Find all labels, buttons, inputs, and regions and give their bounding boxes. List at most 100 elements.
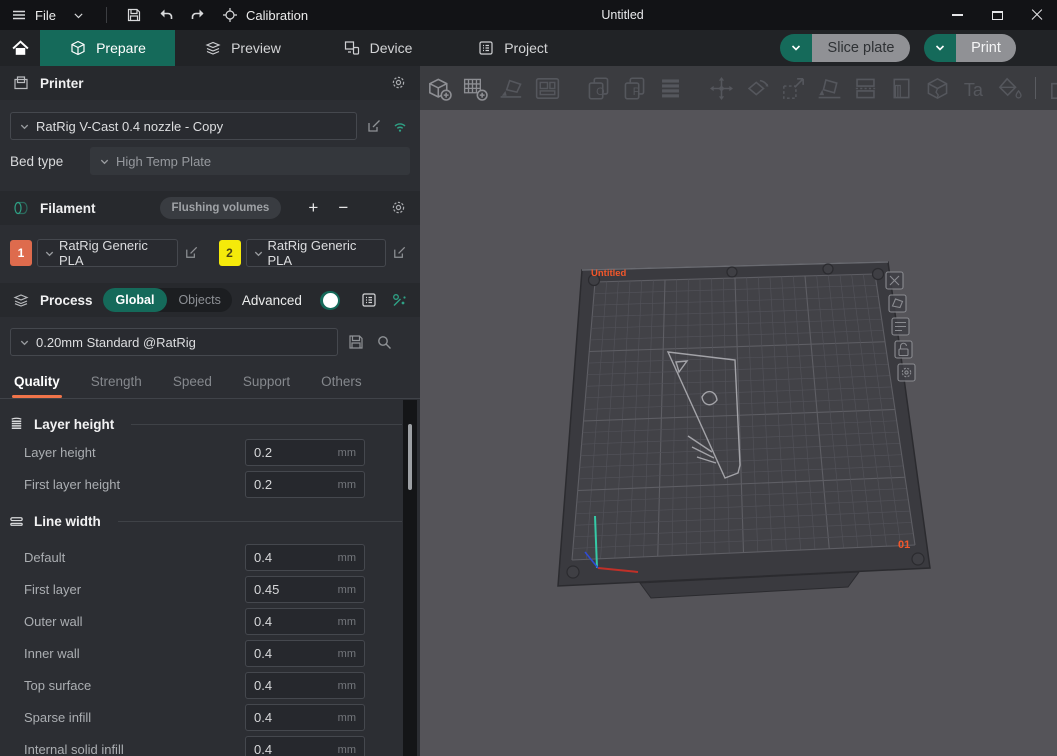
- param-label: Inner wall: [24, 646, 245, 661]
- parameter-table-icon[interactable]: [360, 291, 378, 310]
- tab-speed[interactable]: Speed: [173, 374, 212, 398]
- printer-settings-gear-icon[interactable]: [390, 74, 408, 92]
- scrollbar-thumb[interactable]: [408, 424, 412, 490]
- scale-icon[interactable]: [779, 74, 808, 103]
- tab-others[interactable]: Others: [321, 374, 362, 398]
- param-row: Inner wall 0.4 mm: [24, 640, 365, 667]
- plate-settings-button[interactable]: [898, 364, 915, 381]
- param-value: 0.4: [254, 614, 272, 629]
- calibration-icon: [221, 6, 239, 24]
- undo-icon[interactable]: [157, 6, 175, 24]
- param-unit: mm: [338, 447, 356, 459]
- text-tool-icon[interactable]: Ta: [959, 74, 988, 103]
- edit-filament-2-icon[interactable]: [391, 244, 410, 263]
- filament-settings-gear-icon[interactable]: [390, 199, 408, 217]
- layer-height-input[interactable]: 0.2 mm: [245, 439, 365, 466]
- sidebar-scrollbar[interactable]: [403, 400, 417, 756]
- flushing-volumes-button[interactable]: Flushing volumes: [160, 197, 282, 219]
- add-object-icon[interactable]: [425, 74, 454, 103]
- save-preset-icon[interactable]: [347, 333, 366, 352]
- process-preset-select[interactable]: 0.20mm Standard @RatRig: [10, 328, 338, 356]
- filament-2-color-swatch[interactable]: 2: [219, 240, 241, 266]
- auto-orient-icon[interactable]: [497, 74, 526, 103]
- scope-global[interactable]: Global: [103, 288, 168, 312]
- edit-printer-icon[interactable]: [365, 117, 384, 136]
- edit-filament-1-icon[interactable]: [183, 244, 202, 263]
- variable-layer-height-icon[interactable]: [656, 74, 685, 103]
- inner-wall-line-width-input[interactable]: 0.4 mm: [245, 640, 365, 667]
- param-row: Internal solid infill 0.4 mm: [24, 736, 365, 756]
- cut-icon[interactable]: [851, 74, 880, 103]
- bed-type-select[interactable]: High Temp Plate: [90, 147, 410, 175]
- slice-dropdown-icon[interactable]: [780, 34, 812, 62]
- compare-presets-icon[interactable]: [390, 291, 408, 310]
- viewport-scene[interactable]: Untitled 01: [420, 110, 1057, 756]
- split-to-objects-icon[interactable]: O: [584, 74, 613, 103]
- delete-plate-button[interactable]: [886, 272, 903, 289]
- tab-preview[interactable]: Preview: [175, 30, 310, 66]
- minimize-button[interactable]: [937, 0, 977, 30]
- advanced-toggle[interactable]: [320, 291, 340, 310]
- search-presets-icon[interactable]: [375, 333, 394, 352]
- orient-plate-button[interactable]: [889, 295, 906, 312]
- viewport-3d[interactable]: O P: [420, 66, 1057, 756]
- maximize-button[interactable]: [977, 0, 1017, 30]
- move-icon[interactable]: [707, 74, 736, 103]
- build-plate[interactable]: Untitled 01: [558, 262, 930, 598]
- lock-plate-button[interactable]: [895, 341, 912, 358]
- internal-solid-infill-line-width-input[interactable]: 0.4 mm: [245, 736, 365, 756]
- process-scope-toggle[interactable]: Global Objects: [103, 288, 232, 312]
- file-menu[interactable]: File: [10, 6, 56, 24]
- tab-device[interactable]: Device: [310, 30, 445, 66]
- printer-section-header: Printer: [0, 66, 420, 100]
- first-layer-line-width-input[interactable]: 0.45 mm: [245, 576, 365, 603]
- plate-name-label: Untitled: [591, 268, 627, 279]
- add-filament-button[interactable]: +: [303, 198, 323, 218]
- tab-support[interactable]: Support: [243, 374, 290, 398]
- outer-wall-line-width-input[interactable]: 0.4 mm: [245, 608, 365, 635]
- param-unit: mm: [338, 712, 356, 724]
- wifi-connection-icon[interactable]: [391, 117, 410, 136]
- color-paint-icon[interactable]: [995, 74, 1024, 103]
- printer-preset-select[interactable]: RatRig V-Cast 0.4 nozzle - Copy: [10, 112, 357, 140]
- print-button[interactable]: Print: [924, 34, 1016, 62]
- param-unit: mm: [338, 680, 356, 692]
- lay-on-face-icon[interactable]: [815, 74, 844, 103]
- tab-project[interactable]: Project: [445, 30, 580, 66]
- filament-1-select[interactable]: RatRig Generic PLA: [37, 239, 178, 267]
- default-line-width-input[interactable]: 0.4 mm: [245, 544, 365, 571]
- rotate-icon[interactable]: [743, 74, 772, 103]
- print-label[interactable]: Print: [956, 34, 1016, 62]
- tab-quality[interactable]: Quality: [14, 374, 60, 398]
- filament-2-value: RatRig Generic PLA: [268, 238, 380, 268]
- slice-plate-label[interactable]: Slice plate: [812, 34, 910, 62]
- add-plate-icon[interactable]: [461, 74, 490, 103]
- process-preset-value: 0.20mm Standard @RatRig: [36, 335, 196, 350]
- close-button[interactable]: [1017, 0, 1057, 30]
- save-icon[interactable]: [125, 6, 143, 24]
- arrange-icon[interactable]: [533, 74, 562, 103]
- split-to-parts-icon[interactable]: P: [620, 74, 649, 103]
- home-button[interactable]: [0, 30, 40, 66]
- calibration-menu[interactable]: Calibration: [221, 6, 308, 24]
- filament-2-select[interactable]: RatRig Generic PLA: [246, 239, 387, 267]
- top-surface-line-width-input[interactable]: 0.4 mm: [245, 672, 365, 699]
- scope-objects[interactable]: Objects: [167, 293, 231, 307]
- arrange-plate-button[interactable]: [892, 318, 909, 335]
- print-dropdown-icon[interactable]: [924, 34, 956, 62]
- remove-filament-button[interactable]: −: [333, 198, 353, 218]
- tab-prepare[interactable]: Prepare: [40, 30, 175, 66]
- file-dropdown-chevron-icon[interactable]: [70, 6, 88, 24]
- support-paint-icon[interactable]: [887, 74, 916, 103]
- redo-icon[interactable]: [189, 6, 207, 24]
- param-label: First layer: [24, 582, 245, 597]
- tab-strength[interactable]: Strength: [91, 374, 142, 398]
- filament-1-color-swatch[interactable]: 1: [10, 240, 32, 266]
- param-unit: mm: [338, 552, 356, 564]
- assembly-view-icon[interactable]: [1047, 74, 1057, 103]
- sparse-infill-line-width-input[interactable]: 0.4 mm: [245, 704, 365, 731]
- slice-plate-button[interactable]: Slice plate: [780, 34, 910, 62]
- sidebar: Printer RatRig V-Cast 0.4 nozzle - Copy …: [0, 66, 420, 756]
- first-layer-height-input[interactable]: 0.2 mm: [245, 471, 365, 498]
- mesh-boolean-icon[interactable]: [923, 74, 952, 103]
